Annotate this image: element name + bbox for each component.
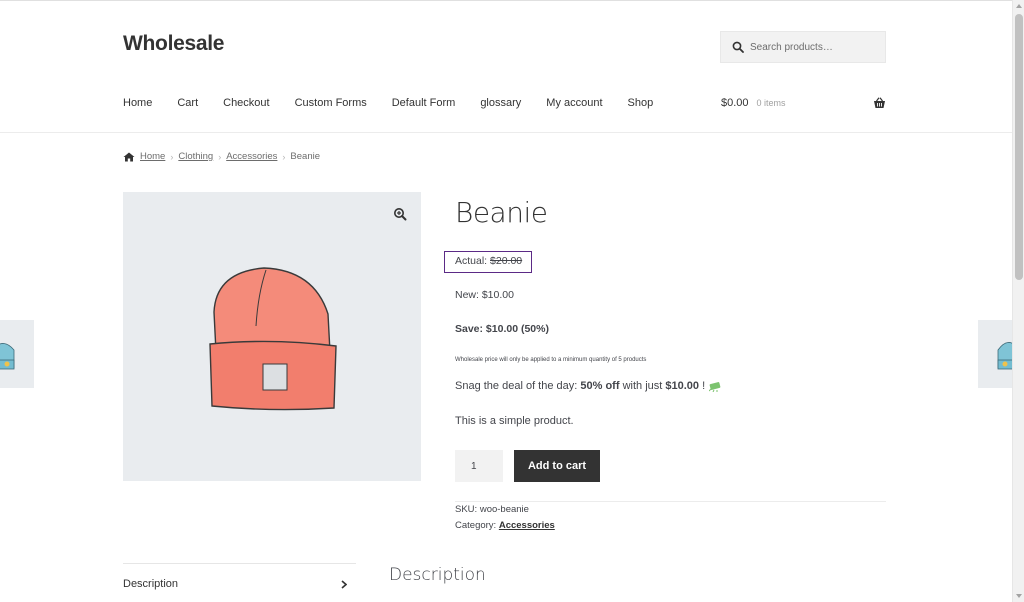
page-scrollbar[interactable] bbox=[1012, 0, 1024, 602]
primary-nav: Home Cart Checkout Custom Forms Default … bbox=[123, 97, 678, 109]
previous-product-link[interactable] bbox=[0, 320, 34, 388]
nav-shop[interactable]: Shop bbox=[628, 97, 654, 109]
sku-value: woo-beanie bbox=[479, 504, 529, 515]
tab-description[interactable]: Description bbox=[123, 578, 347, 590]
nav-cart[interactable]: Cart bbox=[177, 97, 198, 109]
nav-default-form[interactable]: Default Form bbox=[392, 97, 456, 109]
category-link[interactable]: Accessories bbox=[499, 520, 555, 531]
cart-amount: $0.00 bbox=[721, 97, 749, 109]
nav-glossary[interactable]: glossary bbox=[480, 97, 521, 109]
product-gallery[interactable] bbox=[123, 192, 421, 481]
short-description: This is a simple product. bbox=[455, 415, 574, 427]
add-to-cart-button[interactable]: Add to cart bbox=[514, 450, 600, 482]
next-product-link[interactable] bbox=[978, 320, 1012, 388]
breadcrumb-separator: › bbox=[282, 151, 286, 162]
breadcrumb-current: Beanie bbox=[290, 151, 321, 162]
breadcrumb-separator: › bbox=[218, 151, 222, 162]
basket-icon bbox=[874, 97, 885, 108]
zoom-icon[interactable] bbox=[393, 207, 407, 221]
breadcrumb-clothing[interactable]: Clothing bbox=[178, 151, 213, 162]
description-heading: Description bbox=[389, 565, 486, 585]
product-sku: SKU: woo-beanie bbox=[455, 504, 529, 515]
deal-price: $10.00 bbox=[665, 380, 700, 392]
home-icon bbox=[123, 152, 135, 161]
quantity-input[interactable] bbox=[455, 450, 503, 482]
breadcrumb-accessories[interactable]: Accessories bbox=[226, 151, 277, 162]
actual-price: Actual: $20.00 bbox=[455, 255, 522, 267]
deal-suffix: ! bbox=[702, 380, 706, 392]
product-category: Category: Accessories bbox=[455, 520, 555, 531]
money-icon bbox=[709, 381, 721, 392]
deal-of-the-day: Snag the deal of the day: 50% off with j… bbox=[455, 380, 722, 392]
search-icon bbox=[732, 41, 744, 53]
previous-product-thumbnail bbox=[0, 343, 15, 370]
cart-count: 0 items bbox=[756, 98, 786, 108]
site-title[interactable]: Wholesale bbox=[123, 32, 224, 56]
nav-checkout[interactable]: Checkout bbox=[223, 97, 269, 109]
product-image-beanie bbox=[209, 267, 337, 411]
scroll-down-arrow[interactable] bbox=[1016, 594, 1022, 598]
scrollbar-thumb[interactable] bbox=[1015, 14, 1023, 280]
wholesale-note: Wholesale price will only be applied to … bbox=[455, 357, 647, 363]
new-price: New: $10.00 bbox=[455, 289, 514, 301]
nav-custom-forms[interactable]: Custom Forms bbox=[295, 97, 367, 109]
product-meta-divider bbox=[455, 501, 886, 502]
chevron-right-icon bbox=[341, 579, 347, 589]
sku-label: SKU: bbox=[455, 504, 478, 515]
deal-mid: with just bbox=[622, 380, 663, 392]
header-cart[interactable]: $0.00 0 items bbox=[721, 97, 886, 109]
site-header: Wholesale Home Cart Checkout Custom Form… bbox=[0, 0, 1012, 133]
actual-price-value: $20.00 bbox=[490, 255, 523, 267]
save-amount: Save: $10.00 (50%) bbox=[455, 323, 549, 335]
scroll-up-arrow[interactable] bbox=[1016, 4, 1022, 8]
deal-off: 50% off bbox=[580, 380, 620, 392]
breadcrumb-separator: › bbox=[170, 151, 174, 162]
nav-my-account[interactable]: My account bbox=[546, 97, 602, 109]
tab-description-label: Description bbox=[123, 578, 179, 590]
category-label: Category: bbox=[455, 520, 497, 531]
product-title: Beanie bbox=[455, 196, 548, 229]
actual-price-label: Actual: bbox=[455, 255, 488, 267]
tabs-divider bbox=[123, 563, 356, 564]
deal-prefix: Snag the deal of the day: bbox=[455, 380, 578, 392]
breadcrumb: Home › Clothing › Accessories › Beanie bbox=[123, 151, 320, 162]
nav-home[interactable]: Home bbox=[123, 97, 152, 109]
search-input[interactable] bbox=[750, 41, 880, 53]
search-box[interactable] bbox=[720, 31, 886, 63]
breadcrumb-home[interactable]: Home bbox=[140, 151, 165, 162]
next-product-thumbnail bbox=[997, 342, 1012, 370]
